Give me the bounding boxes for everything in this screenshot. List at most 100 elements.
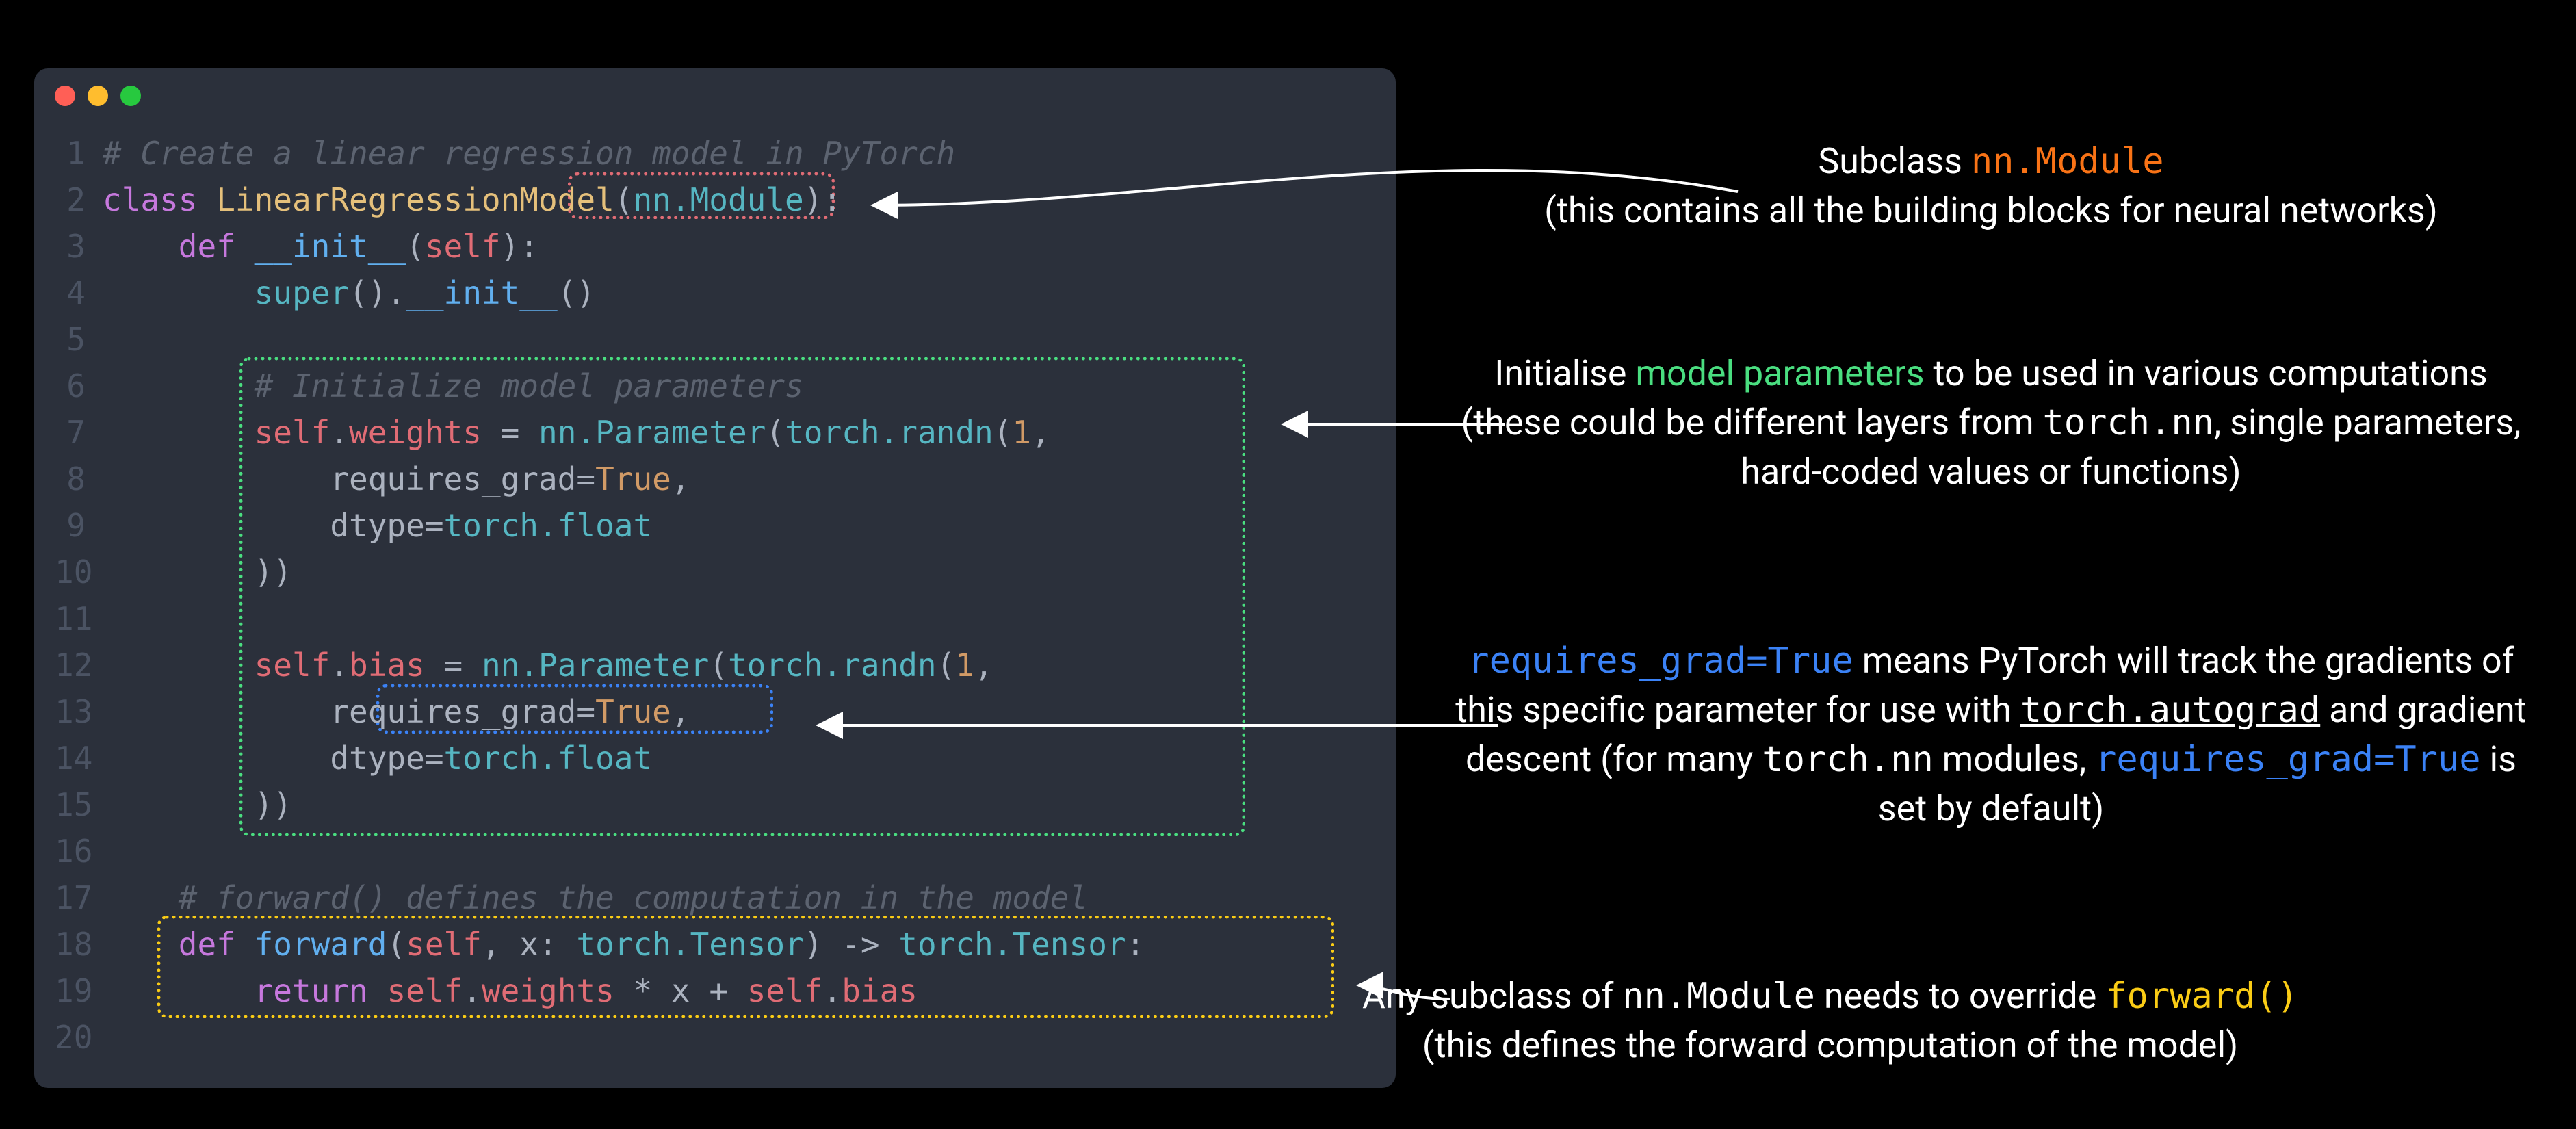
- code-token: 1: [1012, 414, 1031, 451]
- line-number: 6: [55, 363, 103, 409]
- code-token: [368, 972, 387, 1009]
- code-token: [197, 181, 216, 218]
- code-token: [425, 647, 444, 684]
- code-token: self: [406, 926, 482, 963]
- code-line: 12 self.bias = nn.Parameter(torch.randn(…: [55, 642, 1375, 688]
- code-line: 3 def __init__(self):: [55, 223, 1375, 270]
- code-token: nn.Module: [633, 181, 803, 218]
- line-number: 9: [55, 502, 103, 549]
- code-token: [103, 554, 255, 591]
- code-token: self: [747, 972, 823, 1009]
- line-number: 19: [55, 968, 103, 1014]
- annot-code: nn.Module: [1971, 141, 2164, 182]
- code-token: __init__: [406, 274, 558, 311]
- annotation-init-params: Initialise model parameters to be used i…: [1450, 349, 2532, 497]
- code-token: +: [709, 972, 728, 1009]
- code-token: [103, 274, 255, 311]
- code-line: 8 requires_grad=True,: [55, 456, 1375, 502]
- code-token: ,: [482, 926, 519, 963]
- code-token: =: [501, 414, 520, 451]
- code-token: ,: [671, 460, 690, 497]
- code-token: .: [463, 972, 482, 1009]
- code-content: class LinearRegressionModel(nn.Module):: [103, 177, 1375, 223]
- code-token: torch.Tensor: [576, 926, 803, 963]
- annot-code: requires_grad=True: [1468, 640, 1853, 682]
- code-line: 4 super().__init__(): [55, 270, 1375, 316]
- code-line: 7 self.weights = nn.Parameter(torch.rand…: [55, 409, 1375, 456]
- code-token: (: [993, 414, 1013, 451]
- code-content: self.weights = nn.Parameter(torch.randn(…: [103, 409, 1375, 456]
- code-token: (: [614, 181, 634, 218]
- annot-text: (this contains all the building blocks f…: [1544, 190, 2438, 231]
- code-token: requires_grad: [330, 693, 576, 730]
- code-token: (: [766, 414, 785, 451]
- annot-text: modules,: [1934, 738, 2095, 780]
- annot-code: requires_grad=True: [2095, 739, 2481, 780]
- code-token: ,: [974, 647, 993, 684]
- code-token: [103, 879, 179, 916]
- code-token: [103, 926, 179, 963]
- code-token: nn.Parameter: [538, 414, 766, 451]
- code-content: [103, 828, 1375, 874]
- code-token: =: [444, 647, 463, 684]
- line-number: 2: [55, 177, 103, 223]
- code-token: (: [709, 647, 728, 684]
- code-token: self: [255, 414, 330, 451]
- code-token: [880, 926, 899, 963]
- line-number: 12: [55, 642, 103, 688]
- code-token: requires_grad: [330, 460, 576, 497]
- code-token: bias: [349, 647, 425, 684]
- code-line: 14 dtype=torch.float: [55, 735, 1375, 781]
- code-token: :: [1126, 926, 1145, 963]
- code-token: *: [634, 972, 653, 1009]
- code-token: [614, 972, 634, 1009]
- line-number: 17: [55, 874, 103, 921]
- code-token: x: [671, 972, 690, 1009]
- line-number: 11: [55, 595, 103, 642]
- annotation-forward: Any subclass of nn.Module needs to overr…: [1129, 972, 2532, 1070]
- code-content: dtype=torch.float: [103, 502, 1375, 549]
- code-body: 1# Create a linear regression model in P…: [34, 116, 1396, 1067]
- code-content: dtype=torch.float: [103, 735, 1375, 781]
- code-token: [103, 647, 255, 684]
- code-token: def: [179, 228, 235, 265]
- code-content: [103, 316, 1375, 363]
- code-content: self.bias = nn.Parameter(torch.randn(1,: [103, 642, 1375, 688]
- code-content: requires_grad=True,: [103, 456, 1375, 502]
- code-token: =: [425, 740, 444, 777]
- annot-code: nn.Module: [1622, 976, 1815, 1017]
- code-token: =: [576, 693, 595, 730]
- code-token: [103, 460, 330, 497]
- code-token: def: [179, 926, 235, 963]
- code-token: weights: [482, 972, 614, 1009]
- code-token: (: [937, 647, 956, 684]
- code-content: # forward() defines the computation in t…: [103, 874, 1375, 921]
- code-token: forward: [255, 926, 387, 963]
- code-token: class: [103, 181, 197, 218]
- annotation-subclass: Subclass nn.Module (this contains all th…: [1450, 137, 2532, 235]
- code-content: # Initialize model parameters: [103, 363, 1375, 409]
- code-token: weights: [349, 414, 482, 451]
- code-content: def __init__(self):: [103, 223, 1375, 270]
- code-line: 1# Create a linear regression model in P…: [55, 130, 1375, 177]
- code-token: torch.randn: [728, 647, 937, 684]
- code-token: ().: [349, 274, 406, 311]
- code-token: True: [595, 693, 671, 730]
- code-line: 11: [55, 595, 1375, 642]
- code-content: )): [103, 781, 1375, 828]
- code-token: dtype: [330, 740, 424, 777]
- annot-text: Subclass: [1818, 140, 1970, 182]
- code-token: torch.randn: [785, 414, 993, 451]
- annot-code: torch.nn: [1762, 739, 1933, 780]
- code-token: [103, 414, 255, 451]
- line-number: 7: [55, 409, 103, 456]
- code-token: (: [406, 228, 425, 265]
- annot-text: Any subclass of: [1362, 975, 1622, 1017]
- line-number: 15: [55, 781, 103, 828]
- code-token: self: [255, 647, 330, 684]
- code-token: )): [255, 554, 292, 591]
- code-token: .: [330, 647, 349, 684]
- line-number: 16: [55, 828, 103, 874]
- line-number: 3: [55, 223, 103, 270]
- code-window: 1# Create a linear regression model in P…: [34, 68, 1396, 1088]
